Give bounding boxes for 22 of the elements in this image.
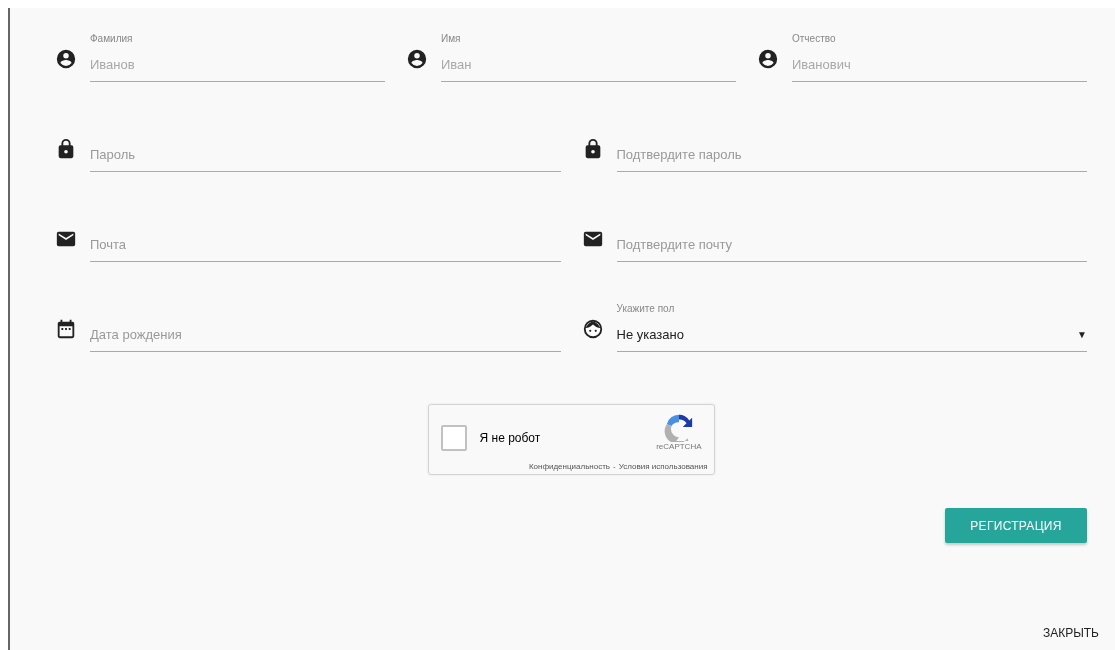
close-button[interactable]: ЗАКРЫТЬ <box>1038 622 1103 644</box>
captcha-checkbox[interactable] <box>440 425 467 451</box>
field-label: Отчество <box>792 33 837 46</box>
field-label: Фамилия <box>90 33 134 46</box>
separator-text: - <box>613 462 616 471</box>
input-field[interactable]: Подтвердите пароль <box>616 137 1087 172</box>
input-field[interactable]: Пароль <box>90 137 561 172</box>
captcha-label: Я не робот <box>479 431 541 445</box>
calendar-icon <box>55 318 77 340</box>
privacy-link[interactable]: Конфиденциальность <box>528 462 611 471</box>
input-field[interactable]: Подтвердите почту <box>616 227 1087 262</box>
field-label: Укажите пол <box>616 303 676 316</box>
input-field[interactable]: Иванов <box>90 47 385 82</box>
face-icon <box>581 318 604 340</box>
gender-select[interactable]: Не указано ▼ <box>616 317 1087 352</box>
input-field[interactable]: Иван <box>441 47 736 82</box>
terms-link[interactable]: Условия использования <box>618 462 708 471</box>
captcha-brand: reCAPTCHA <box>656 441 702 451</box>
input-field[interactable]: Иванович <box>792 47 1087 82</box>
input-field[interactable]: Дата рождения <box>90 317 561 352</box>
input-field[interactable]: Почта <box>90 227 561 262</box>
field-label: Имя <box>441 33 462 46</box>
